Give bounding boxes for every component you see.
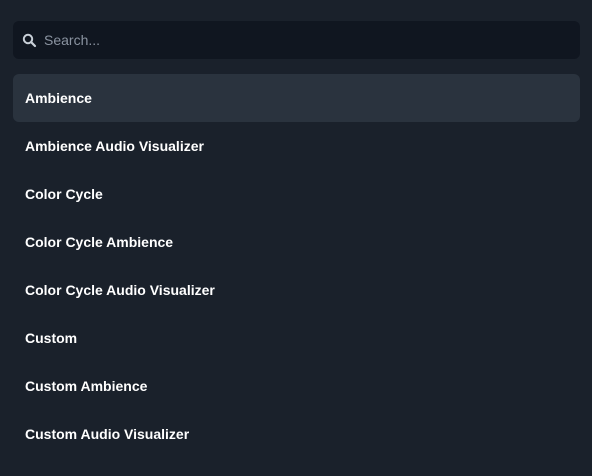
- list-item[interactable]: Color Cycle: [13, 170, 580, 218]
- list-item-label: Ambience Audio Visualizer: [25, 138, 204, 154]
- list-item-label: Color Cycle Audio Visualizer: [25, 282, 215, 298]
- list-item-label: Custom Ambience: [25, 378, 148, 394]
- list-item-label: Custom Audio Visualizer: [25, 426, 190, 442]
- list-item[interactable]: Ambience Audio Visualizer: [13, 122, 580, 170]
- list-item[interactable]: Custom: [13, 314, 580, 362]
- list-item[interactable]: Custom Audio Visualizer: [13, 410, 580, 458]
- list-item-label: Ambience: [25, 90, 92, 106]
- list-item-label: Color Cycle Ambience: [25, 234, 174, 250]
- list-item[interactable]: Ambience: [13, 74, 580, 122]
- search-box: [13, 21, 580, 59]
- list-item-label: Color Cycle: [25, 186, 103, 202]
- search-icon: [22, 33, 37, 48]
- list-item[interactable]: Custom Ambience: [13, 362, 580, 410]
- list-item[interactable]: Color Cycle Audio Visualizer: [13, 266, 580, 314]
- search-input[interactable]: [44, 21, 570, 59]
- list-item[interactable]: Color Cycle Ambience: [13, 218, 580, 266]
- list-item-label: Custom: [25, 330, 78, 346]
- effect-list: Ambience Ambience Audio Visualizer Color…: [13, 74, 580, 458]
- effect-picker-panel: Ambience Ambience Audio Visualizer Color…: [0, 0, 592, 476]
